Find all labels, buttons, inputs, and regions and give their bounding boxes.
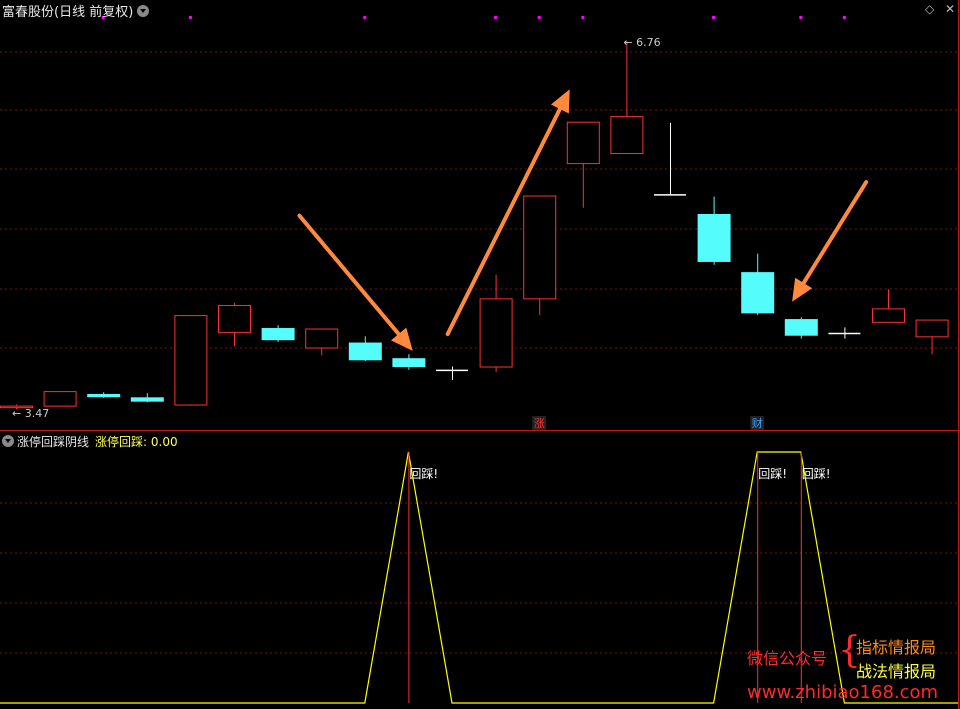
candle-body xyxy=(784,319,818,336)
max-price-label: ← 6.76 xyxy=(623,36,660,49)
sub-grid xyxy=(0,502,958,654)
close-icon[interactable]: ✕ xyxy=(945,2,955,16)
candle-body xyxy=(348,342,382,361)
candle[interactable] xyxy=(305,328,339,356)
stock-title: 富春股份(日线 前复权) xyxy=(2,5,134,20)
watermark-wechat: 微信公众号 xyxy=(747,649,828,668)
top-dot xyxy=(581,16,585,19)
arrow-shaft xyxy=(801,180,869,285)
top-dot xyxy=(537,16,541,19)
indicator-value: 涨停回踩: 0.00 xyxy=(95,435,178,449)
candle[interactable] xyxy=(610,41,644,155)
candle-body xyxy=(218,305,251,333)
top-dot xyxy=(799,16,803,19)
candle-body xyxy=(566,121,600,165)
min-price-label: ← 3.47 xyxy=(12,407,49,420)
indicator-title: 涨停回踩阴线 涨停回踩: 0.00 xyxy=(2,433,178,450)
candle-body xyxy=(915,319,949,338)
indicator-dropdown-icon[interactable] xyxy=(2,435,14,447)
candle-body xyxy=(741,272,775,314)
candle[interactable] xyxy=(43,391,77,407)
candle-body xyxy=(610,116,644,155)
top-dot xyxy=(363,16,367,19)
candle[interactable] xyxy=(87,392,121,398)
candle[interactable] xyxy=(566,121,600,208)
watermark-url: www.zhibiao168.com xyxy=(747,682,939,703)
signal-label: 回踩! xyxy=(802,467,831,481)
candle[interactable] xyxy=(523,195,557,316)
candle[interactable] xyxy=(174,315,208,406)
restore-icon[interactable]: ◇ xyxy=(925,2,934,16)
candle-body xyxy=(174,315,208,406)
event-markers: 涨财 xyxy=(532,416,765,430)
candle-body xyxy=(392,358,426,368)
candle[interactable] xyxy=(261,325,295,342)
candle-body xyxy=(523,195,557,300)
top-dot xyxy=(712,16,716,19)
candle[interactable] xyxy=(392,354,426,370)
candle-body xyxy=(261,328,295,341)
top-dots xyxy=(101,16,846,19)
candle[interactable] xyxy=(218,302,251,347)
candle-body xyxy=(305,328,339,349)
watermark-name-1: 指标情报局 xyxy=(856,638,937,657)
signal-label: 回踩! xyxy=(758,467,787,481)
candle[interactable] xyxy=(479,274,513,373)
top-dot xyxy=(494,16,498,19)
candle-body xyxy=(130,397,164,402)
arrow-shaft xyxy=(297,213,401,337)
signal-label: 回踩! xyxy=(409,467,438,481)
candle[interactable] xyxy=(828,327,861,339)
dropdown-icon[interactable] xyxy=(137,5,150,17)
candle[interactable] xyxy=(915,319,949,355)
chart-title: 富春股份(日线 前复权) xyxy=(2,1,150,20)
candle[interactable] xyxy=(741,253,775,316)
candle[interactable] xyxy=(348,336,382,361)
candle-body xyxy=(697,213,731,262)
candle[interactable] xyxy=(872,289,905,323)
candle-body xyxy=(872,308,905,323)
watermark-name-2: 战法情报局 xyxy=(856,662,937,681)
candle[interactable] xyxy=(130,393,164,403)
trend-arrow xyxy=(792,180,869,302)
chart-stage[interactable]: 涨财 回踩! 回踩! 回踩! ← 6.76 ← 3.47 xyxy=(0,0,960,709)
candles-group[interactable] xyxy=(0,41,949,409)
top-dot xyxy=(842,16,846,19)
candle[interactable] xyxy=(697,196,731,265)
candle-body xyxy=(479,298,513,368)
indicator-name: 涨停回踩阴线 xyxy=(17,435,90,449)
candle[interactable] xyxy=(436,366,468,380)
candle[interactable] xyxy=(784,317,818,339)
marker-label: 涨 xyxy=(534,417,545,430)
candle-body xyxy=(43,391,77,407)
arrow-head xyxy=(792,277,813,302)
candle[interactable] xyxy=(654,122,686,196)
top-dot xyxy=(188,16,192,19)
candle-body xyxy=(87,393,121,398)
marker-label: 财 xyxy=(752,416,763,430)
